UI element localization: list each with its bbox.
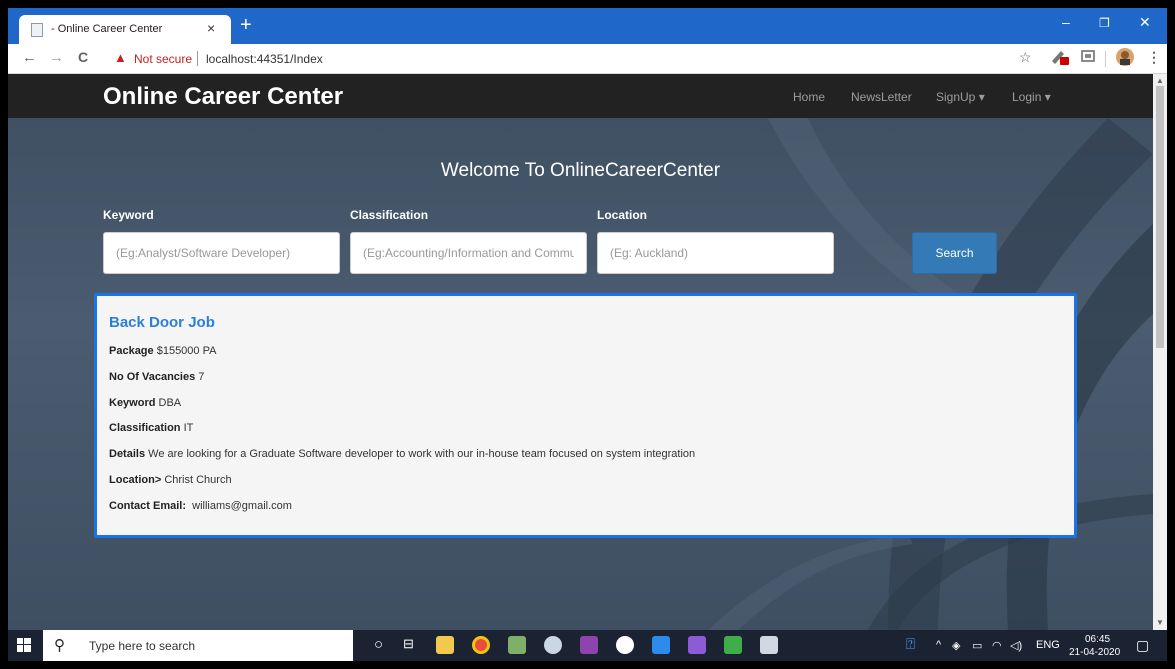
clock-time[interactable]: 06:45 xyxy=(1085,634,1110,645)
job-card: Back Door Job Package $155000 PA No Of V… xyxy=(94,293,1077,538)
nav-login-dropdown[interactable]: Login ▾ xyxy=(1012,90,1051,104)
windows-start-icon[interactable] xyxy=(17,638,31,655)
classification-label: Classification xyxy=(350,208,429,222)
keyword-input[interactable] xyxy=(103,232,340,274)
notification-icon[interactable]: ▢ xyxy=(1136,637,1149,654)
paint-app-icon[interactable] xyxy=(580,636,598,654)
contact-label: Contact Email: xyxy=(109,500,187,512)
job-contact-row: Contact Email: williams@gmail.com xyxy=(109,500,292,512)
scroll-down-icon[interactable]: ▼ xyxy=(1156,618,1164,627)
paint-icon[interactable] xyxy=(544,636,562,654)
url-text[interactable]: localhost:44351/Index xyxy=(206,52,323,66)
reload-icon[interactable]: C xyxy=(78,49,88,65)
vacancies-value: 7 xyxy=(195,371,205,383)
contact-email: williams@gmail.com xyxy=(186,500,292,512)
tray-chevron-icon[interactable]: ^ xyxy=(936,639,941,651)
job-location-row: Location> Christ Church xyxy=(109,474,232,486)
scrollbar-thumb[interactable] xyxy=(1156,86,1164,348)
details-value: We are looking for a Graduate Software d… xyxy=(145,448,696,460)
windows-taskbar: ⚲ Type here to search ○ ⊟ ⍰ ^ ◈ ▭ ◠ ◁) E… xyxy=(8,630,1167,661)
minimize-icon[interactable]: – xyxy=(1062,14,1070,30)
site-brand[interactable]: Online Career Center xyxy=(103,83,343,111)
job-classification-label: Classification xyxy=(109,422,181,434)
snipping-tool-icon[interactable] xyxy=(508,636,526,654)
app-window-icon[interactable] xyxy=(760,636,778,654)
job-details-row: Details We are looking for a Graduate So… xyxy=(109,448,695,460)
app-green-icon[interactable] xyxy=(724,636,742,654)
visual-studio-icon[interactable] xyxy=(688,636,706,654)
volume-icon[interactable]: ◁) xyxy=(1010,639,1022,652)
clock-date[interactable]: 21-04-2020 xyxy=(1069,647,1120,658)
package-value: $155000 PA xyxy=(153,345,217,357)
battery-icon[interactable]: ▭ xyxy=(972,639,982,652)
job-location-value: Christ Church xyxy=(161,474,232,486)
location-input[interactable] xyxy=(597,232,834,274)
welcome-heading: Welcome To OnlineCareerCenter xyxy=(440,160,721,181)
details-label: Details xyxy=(109,448,146,460)
tab-close-icon[interactable]: × xyxy=(207,20,215,36)
omnibox[interactable]: ▲ Not secure localhost:44351/Index xyxy=(106,48,1006,70)
restore-icon[interactable]: ❐ xyxy=(1099,16,1110,30)
warning-icon: ▲ xyxy=(114,50,127,65)
browser-menu-icon[interactable]: ⋮ xyxy=(1147,49,1161,66)
omnibox-divider xyxy=(197,51,198,66)
taskbar-search-box[interactable]: ⚲ Type here to search xyxy=(43,630,353,661)
cortana-icon[interactable]: ○ xyxy=(374,636,383,653)
web-page: Online Career Center Home NewsLetter Sig… xyxy=(8,74,1153,630)
job-keyword-value: DBA xyxy=(155,397,182,409)
vacancies-label: No Of Vacancies xyxy=(109,371,196,383)
search-icon: ⚲ xyxy=(54,637,65,654)
scroll-up-icon[interactable]: ▲ xyxy=(1156,76,1164,85)
taskbar-search-placeholder: Type here to search xyxy=(89,639,196,653)
nav-home[interactable]: Home xyxy=(793,90,825,104)
browser-tab[interactable]: - Online Career Center × xyxy=(19,15,231,44)
help-icon[interactable]: ⍰ xyxy=(906,636,915,653)
page-scrollbar[interactable]: ▲ ▼ xyxy=(1153,74,1167,630)
back-icon[interactable]: ← xyxy=(22,49,37,66)
page-favicon-icon xyxy=(31,23,43,37)
job-location-label: Location> xyxy=(109,474,162,486)
task-view-icon[interactable]: ⊟ xyxy=(403,636,414,652)
close-window-icon[interactable]: ✕ xyxy=(1139,14,1151,31)
nav-newsletter[interactable]: NewsLetter xyxy=(851,90,912,104)
wifi-icon[interactable]: ◠ xyxy=(992,639,1002,652)
job-classification-row: Classification IT xyxy=(109,422,193,434)
vscode-icon[interactable] xyxy=(652,636,670,654)
tab-title: - Online Career Center xyxy=(51,23,163,35)
site-navbar: Online Career Center Home NewsLetter Sig… xyxy=(8,74,1153,118)
job-classification-value: IT xyxy=(180,422,194,434)
cast-icon[interactable] xyxy=(1080,48,1096,67)
file-explorer-icon[interactable] xyxy=(436,636,454,654)
job-package-row: Package $155000 PA xyxy=(109,345,216,357)
screen: - Online Career Center × + – ❐ ✕ ← → C ▲… xyxy=(8,8,1167,661)
language-indicator[interactable]: ENG xyxy=(1036,639,1060,651)
bookmark-star-icon[interactable]: ☆ xyxy=(1019,49,1032,66)
forward-icon[interactable]: → xyxy=(49,49,64,66)
smiley-app-icon[interactable] xyxy=(616,636,634,654)
search-button[interactable]: Search xyxy=(912,232,997,274)
security-label[interactable]: Not secure xyxy=(134,52,192,66)
new-tab-icon[interactable]: + xyxy=(240,14,252,37)
package-label: Package xyxy=(109,345,154,357)
browser-tab-strip: - Online Career Center × + – ❐ ✕ xyxy=(8,8,1167,44)
address-bar-row: ← → C ▲ Not secure localhost:44351/Index… xyxy=(8,44,1167,74)
job-vacancies-row: No Of Vacancies 7 xyxy=(109,371,204,383)
location-label: Location xyxy=(597,208,647,222)
profile-avatar[interactable] xyxy=(1115,47,1135,70)
network-icon[interactable]: ◈ xyxy=(952,639,960,652)
chrome-icon[interactable] xyxy=(472,636,490,654)
keyword-label: Keyword xyxy=(103,208,154,222)
extension-icon[interactable] xyxy=(1049,47,1071,70)
classification-input[interactable] xyxy=(350,232,587,274)
job-title-link[interactable]: Back Door Job xyxy=(109,314,215,331)
toolbar-divider xyxy=(1105,51,1106,67)
job-keyword-label: Keyword xyxy=(109,397,156,409)
job-keyword-row: Keyword DBA xyxy=(109,397,181,409)
nav-signup-dropdown[interactable]: SignUp ▾ xyxy=(936,90,985,104)
